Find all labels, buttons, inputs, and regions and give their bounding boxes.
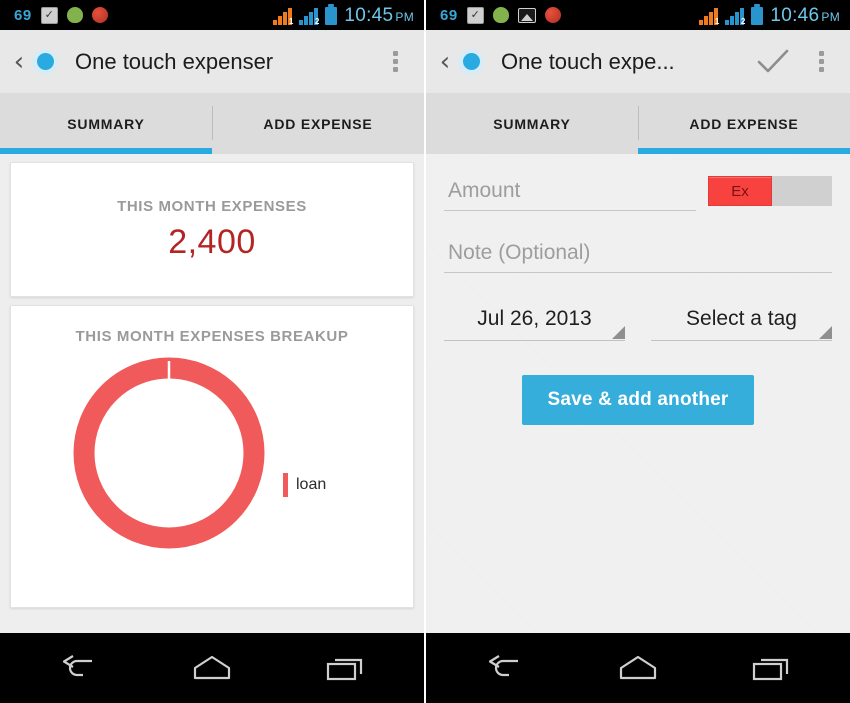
status-bar-left-icons: 69 ✓ — [14, 6, 108, 24]
overflow-menu-icon-2[interactable] — [808, 45, 834, 79]
expense-type-unselected[interactable] — [772, 176, 832, 206]
note-placeholder: Note (Optional) — [448, 241, 591, 264]
app-logo-icon — [32, 48, 58, 75]
signal-2-badge: 2 — [314, 16, 320, 26]
amount-input[interactable]: Amount — [444, 179, 696, 211]
tab-add-expense-2[interactable]: ADD EXPENSE — [638, 94, 850, 154]
signal-bars-2-icon-2: 2 — [725, 7, 746, 26]
app-logo-icon-2 — [458, 48, 484, 75]
nav-back-button-2[interactable] — [476, 648, 532, 688]
nav-back-button[interactable] — [50, 648, 106, 688]
status-bar-2: 69 ✓ 1 2 10:46 PM — [426, 0, 850, 30]
back-chevron-icon[interactable]: ‹ — [8, 49, 30, 75]
confirm-check-icon[interactable] — [752, 41, 794, 83]
nav-home-button-2[interactable] — [610, 648, 666, 688]
photo-icon — [517, 7, 536, 23]
signal-bars-2-icon: 2 — [299, 7, 320, 26]
donut-chart-area: loan — [11, 345, 413, 607]
tab-summary-label-2: SUMMARY — [493, 116, 571, 132]
tag-spinner[interactable]: Select a tag — [651, 307, 832, 341]
back-icon — [62, 655, 92, 677]
tab-add-expense-label-2: ADD EXPENSE — [689, 116, 799, 132]
tab-add-expense-label: ADD EXPENSE — [263, 116, 373, 132]
recents-icon-2 — [752, 658, 789, 681]
overflow-menu-icon[interactable] — [382, 45, 408, 79]
signal-bars-1-icon: 1 — [273, 7, 294, 26]
tab-summary-label: SUMMARY — [67, 116, 145, 132]
battery-icon-2 — [751, 3, 764, 25]
android-icon-2 — [492, 7, 509, 23]
nav-recents-button[interactable] — [318, 648, 374, 688]
amount-placeholder: Amount — [448, 179, 521, 202]
action-bar-2: ‹ One touch expe... — [426, 30, 850, 94]
status-bar: 69 ✓ 1 2 10:45 PM — [0, 0, 424, 30]
checkbox-icon: ✓ — [40, 6, 58, 24]
page-title: One touch expenser — [75, 48, 274, 74]
clock-meridiem: PM — [395, 9, 414, 24]
action-bar: ‹ One touch expenser — [0, 30, 424, 94]
nav-recents-button-2[interactable] — [744, 648, 800, 688]
legend-swatch-loan — [283, 473, 288, 497]
save-and-add-another-button[interactable]: Save & add another — [521, 375, 755, 425]
status-bar-clock: 10:45 PM — [344, 6, 414, 25]
summary-content: THIS MONTH EXPENSES 2,400 THIS MONTH EXP… — [0, 154, 424, 633]
date-value: Jul 26, 2013 — [477, 307, 592, 330]
page-title-2: One touch expe... — [501, 48, 675, 74]
back-chevron-icon-2[interactable]: ‹ — [434, 49, 456, 75]
clock-time: 10:45 — [344, 4, 394, 26]
check-icon — [757, 49, 789, 72]
phone-screen-add-expense: 69 ✓ 1 2 10:46 PM ‹ One touch expe... SU… — [424, 0, 850, 703]
status-bar-left-icons-2: 69 ✓ — [440, 6, 561, 24]
total-expenses-card: THIS MONTH EXPENSES 2,400 — [10, 162, 414, 297]
status-bar-number: 69 — [14, 6, 32, 24]
signal-1-badge-2: 1 — [714, 16, 720, 26]
donut-chart — [73, 357, 265, 549]
tag-value: Select a tag — [686, 307, 797, 330]
total-expenses-label: THIS MONTH EXPENSES — [117, 197, 307, 215]
add-expense-form: Amount Ex Note (Optional) Jul 26, 2013 S… — [426, 154, 850, 633]
battery-icon — [325, 3, 338, 25]
expenses-breakup-card: THIS MONTH EXPENSES BREAKUP loan — [10, 305, 414, 608]
tab-summary[interactable]: SUMMARY — [0, 94, 212, 154]
tab-summary-2[interactable]: SUMMARY — [426, 94, 638, 154]
android-nav-bar-2 — [426, 633, 850, 703]
tab-add-expense[interactable]: ADD EXPENSE — [212, 94, 424, 154]
nav-home-button[interactable] — [184, 648, 240, 688]
amount-row: Amount Ex — [444, 176, 832, 211]
clock-time-2: 10:46 — [770, 4, 820, 26]
red-app-icon — [91, 7, 108, 23]
home-icon-2 — [619, 655, 657, 680]
save-button-wrap: Save & add another — [444, 375, 832, 425]
signal-bars-1-icon-2: 1 — [699, 7, 720, 26]
expense-type-selected: Ex — [708, 176, 772, 206]
checkbox-icon-2: ✓ — [466, 6, 484, 24]
screenshot-pair: 69 ✓ 1 2 10:45 PM ‹ One touch expenser S… — [0, 0, 850, 703]
signal-1-badge: 1 — [288, 16, 294, 26]
status-bar-right-icons-2: 1 2 10:46 PM — [699, 3, 840, 26]
tab-bar: SUMMARY ADD EXPENSE — [0, 94, 424, 154]
date-spinner[interactable]: Jul 26, 2013 — [444, 307, 625, 341]
legend-label-loan: loan — [296, 476, 327, 493]
signal-2-badge-2: 2 — [740, 16, 746, 26]
chart-legend: loan — [283, 473, 326, 497]
recents-icon — [326, 658, 363, 681]
red-app-icon-2 — [544, 7, 561, 23]
android-nav-bar — [0, 633, 424, 703]
expense-type-toggle[interactable]: Ex — [708, 176, 832, 206]
status-bar-right-icons: 1 2 10:45 PM — [273, 3, 414, 26]
status-bar-clock-2: 10:46 PM — [770, 6, 840, 25]
tab-bar-2: SUMMARY ADD EXPENSE — [426, 94, 850, 154]
status-bar-number-2: 69 — [440, 6, 458, 24]
date-tag-row: Jul 26, 2013 Select a tag — [444, 307, 832, 341]
total-expenses-value: 2,400 — [168, 222, 256, 261]
home-icon — [193, 655, 231, 680]
note-input[interactable]: Note (Optional) — [444, 241, 832, 273]
clock-meridiem-2: PM — [821, 9, 840, 24]
back-icon-2 — [488, 655, 518, 677]
phone-screen-summary: 69 ✓ 1 2 10:45 PM ‹ One touch expenser S… — [0, 0, 424, 703]
android-icon — [66, 7, 83, 23]
expenses-breakup-label: THIS MONTH EXPENSES BREAKUP — [75, 328, 349, 345]
